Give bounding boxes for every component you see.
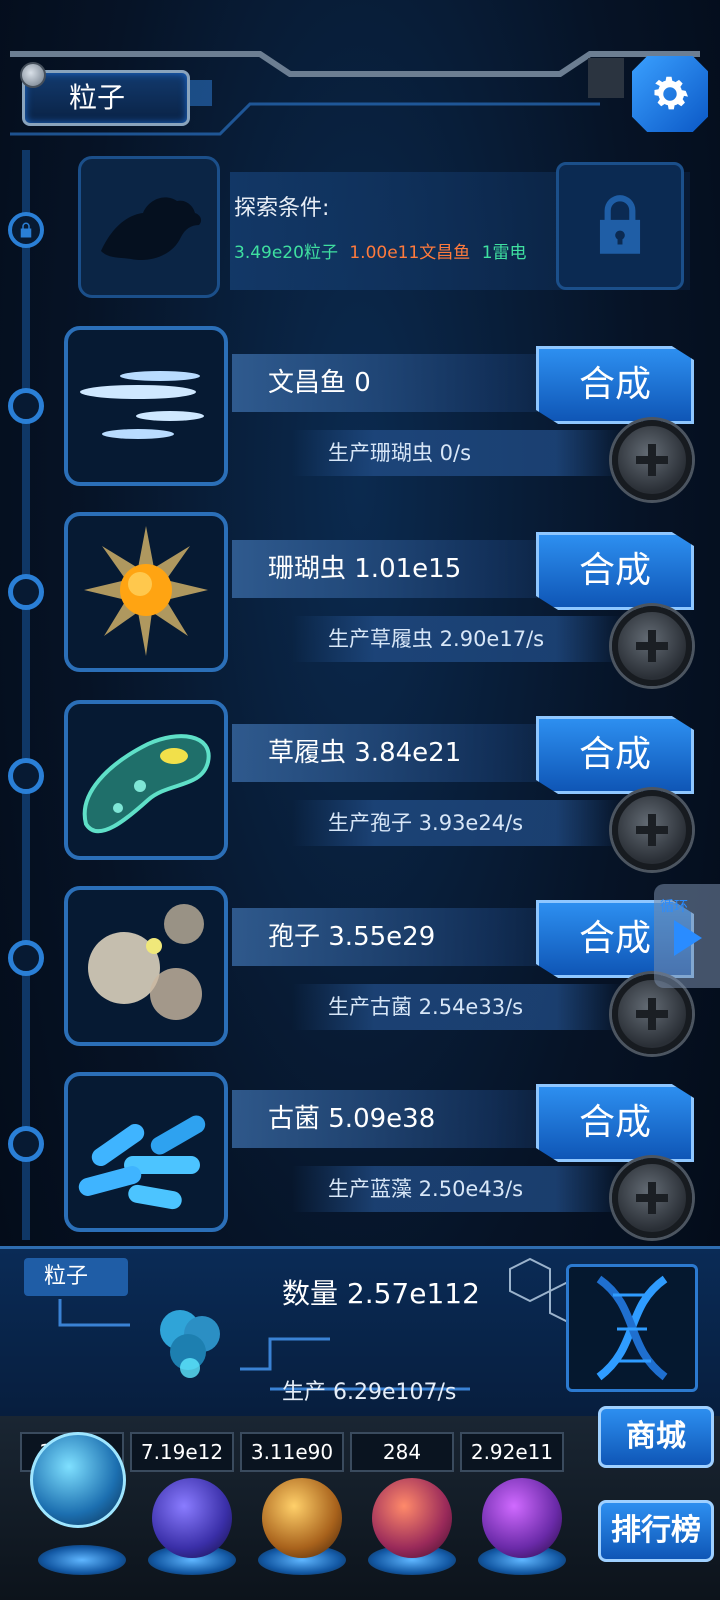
silhouette-icon bbox=[101, 197, 202, 261]
creature-production-lancelet: 生产珊瑚虫 0/s bbox=[292, 430, 622, 476]
lock-icon bbox=[20, 222, 32, 238]
synthesize-button-coral[interactable]: 合成 bbox=[536, 532, 694, 610]
add-button-lancelet[interactable] bbox=[612, 420, 692, 500]
synthesize-button-lancelet[interactable]: 合成 bbox=[536, 346, 694, 424]
creature-production-coral: 生产草履虫 2.90e17/s bbox=[292, 616, 622, 662]
particle-tag: 粒子 bbox=[24, 1258, 128, 1296]
leaderboard-button[interactable]: 排行榜 bbox=[598, 1500, 714, 1562]
coral-icon bbox=[84, 526, 208, 656]
locked-creature-thumb bbox=[78, 156, 220, 298]
creature-thumb-coral bbox=[64, 512, 228, 672]
lancelet-icon bbox=[80, 371, 204, 439]
rail-node bbox=[8, 1126, 44, 1162]
condition-particles: 3.49e20粒子 bbox=[234, 243, 338, 263]
condition-lancelet: 1.00e11文昌鱼 bbox=[349, 243, 471, 263]
explore-title: 探索条件: bbox=[234, 196, 330, 221]
stat-star: 3.11e90 bbox=[240, 1432, 344, 1472]
spore-icon bbox=[88, 904, 204, 1020]
loop-label: 循环 bbox=[660, 899, 688, 915]
plus-icon bbox=[636, 814, 668, 846]
creature-thumb-spore bbox=[64, 886, 228, 1046]
creature-production-paramecium: 生产孢子 3.93e24/s bbox=[292, 800, 622, 846]
particle-count: 数量 2.57e112 bbox=[282, 1277, 480, 1310]
creature-thumb-archaea bbox=[64, 1072, 228, 1232]
condition-thunder: 1雷电 bbox=[481, 243, 527, 263]
rail-lock-node bbox=[8, 212, 44, 248]
thunder-orb-button[interactable] bbox=[152, 1478, 232, 1558]
synthesize-button-paramecium[interactable]: 合成 bbox=[536, 716, 694, 794]
archaea-icon bbox=[78, 1115, 206, 1210]
plus-icon bbox=[636, 998, 668, 1030]
dna-button[interactable] bbox=[566, 1264, 698, 1392]
stat-galaxy: 2.92e11 bbox=[460, 1432, 564, 1472]
stat-brain: 284 bbox=[350, 1432, 454, 1472]
settings-button[interactable] bbox=[632, 56, 708, 132]
rail-node bbox=[8, 388, 44, 424]
unlock-button[interactable] bbox=[556, 162, 684, 290]
plus-icon bbox=[636, 444, 668, 476]
star-orb-button[interactable] bbox=[262, 1478, 342, 1558]
galaxy-orb-button[interactable] bbox=[482, 1478, 562, 1558]
creature-thumb-paramecium bbox=[64, 700, 228, 860]
particle-orb-icon bbox=[160, 1310, 220, 1378]
add-button-coral[interactable] bbox=[612, 606, 692, 686]
tab-particle[interactable]: 粒子 bbox=[22, 70, 190, 126]
synthesize-button-archaea[interactable]: 合成 bbox=[536, 1084, 694, 1162]
particle-orb-button[interactable] bbox=[30, 1432, 126, 1528]
bolt-decoration bbox=[20, 62, 46, 88]
paramecium-icon bbox=[82, 734, 211, 834]
stat-thunder: 7.19e12 bbox=[130, 1432, 234, 1472]
padlock-icon bbox=[599, 195, 641, 254]
brain-orb-button[interactable] bbox=[372, 1478, 452, 1558]
explore-conditions: 3.49e20粒子 1.00e11文昌鱼 1雷电 bbox=[234, 238, 527, 263]
add-button-paramecium[interactable] bbox=[612, 790, 692, 870]
rail-node bbox=[8, 574, 44, 610]
plus-icon bbox=[636, 630, 668, 662]
particle-rate: 生产 6.29e107/s bbox=[282, 1380, 457, 1405]
add-button-archaea[interactable] bbox=[612, 1158, 692, 1238]
creature-thumb-lancelet bbox=[64, 326, 228, 486]
dna-icon bbox=[596, 1275, 668, 1381]
progress-rail bbox=[22, 150, 30, 1240]
creature-production-archaea: 生产蓝藻 2.50e43/s bbox=[292, 1166, 622, 1212]
rail-node bbox=[8, 758, 44, 794]
gear-icon bbox=[654, 76, 689, 110]
orb-base bbox=[38, 1545, 126, 1575]
plus-icon bbox=[636, 1182, 668, 1214]
shop-button[interactable]: 商城 bbox=[598, 1406, 714, 1468]
creature-production-spore: 生产古菌 2.54e33/s bbox=[292, 984, 622, 1030]
rail-node bbox=[8, 940, 44, 976]
